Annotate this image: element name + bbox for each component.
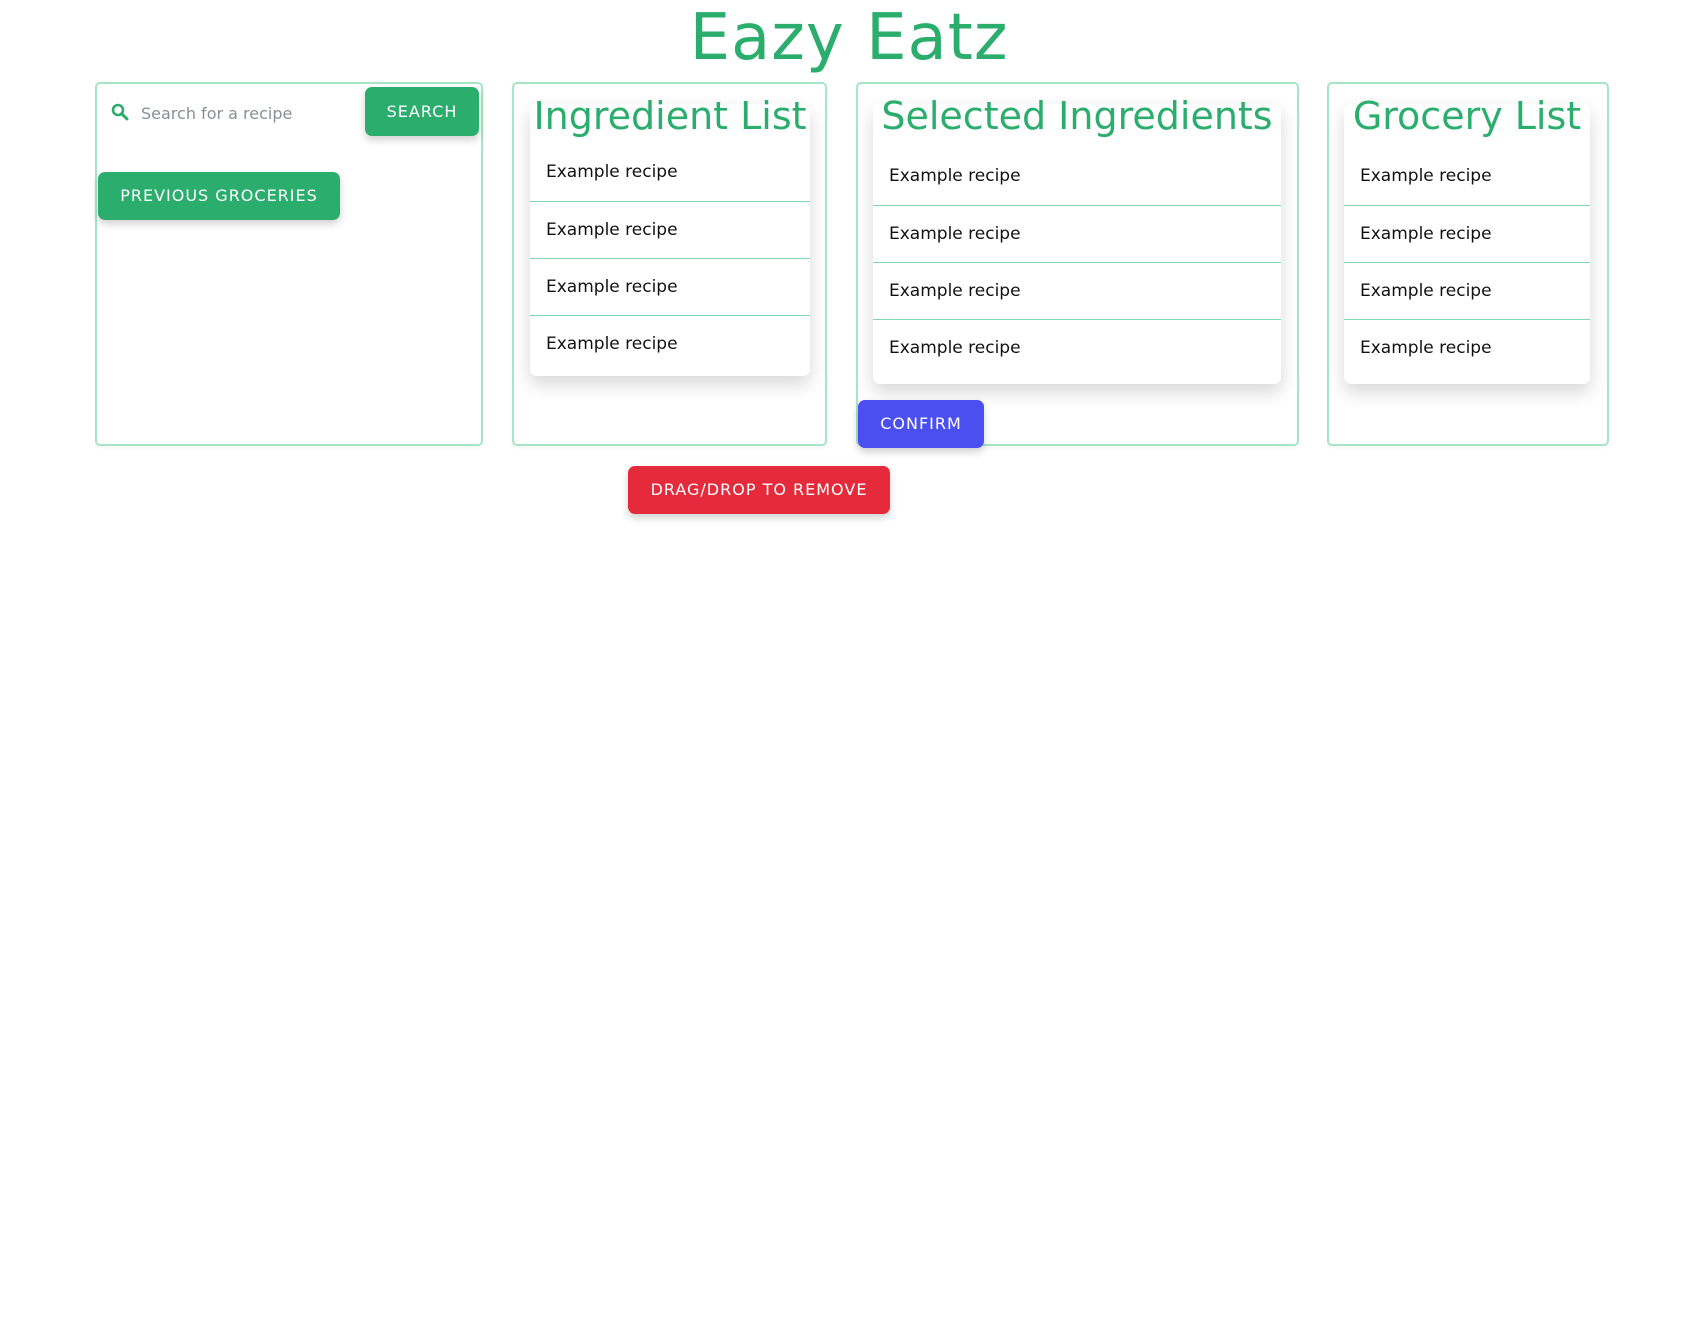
list-item[interactable]: Example recipe [530, 258, 810, 315]
selected-ingredients-title: Selected Ingredients [881, 94, 1273, 138]
list-item[interactable]: Example recipe [1344, 148, 1590, 205]
list-item[interactable]: Example recipe [1344, 319, 1590, 376]
search-icon [111, 103, 129, 121]
list-item[interactable]: Example recipe [1344, 262, 1590, 319]
remove-drop-zone[interactable]: DRAG/DROP TO REMOVE [628, 466, 890, 514]
list-item[interactable]: Example recipe [873, 205, 1281, 262]
list-item[interactable]: Example recipe [873, 148, 1281, 205]
grocery-list: Example recipe Example recipe Example re… [1344, 148, 1590, 376]
grocery-list-title: Grocery List [1352, 94, 1582, 138]
list-item[interactable]: Example recipe [530, 315, 810, 372]
ingredient-list-card: Ingredient List Example recipe Example r… [530, 94, 810, 376]
previous-groceries-button[interactable]: PREVIOUS GROCERIES [98, 172, 340, 220]
ingredient-list-title: Ingredient List [533, 94, 807, 138]
search-input[interactable] [139, 96, 353, 130]
app-title: Eazy Eatz [689, 1, 1009, 75]
search-panel: SEARCH PREVIOUS GROCERIES [95, 82, 483, 446]
search-button[interactable]: SEARCH [365, 87, 479, 136]
search-bar [101, 88, 353, 136]
list-item[interactable]: Example recipe [530, 144, 810, 201]
list-item[interactable]: Example recipe [873, 262, 1281, 319]
ingredient-list: Example recipe Example recipe Example re… [530, 144, 810, 372]
list-item[interactable]: Example recipe [1344, 205, 1590, 262]
confirm-button[interactable]: CONFIRM [858, 400, 984, 448]
list-item[interactable]: Example recipe [873, 319, 1281, 376]
selected-ingredients-card: Selected Ingredients Example recipe Exam… [873, 94, 1281, 384]
grocery-list-card: Grocery List Example recipe Example reci… [1344, 94, 1590, 384]
list-item[interactable]: Example recipe [530, 201, 810, 258]
selected-ingredients-list: Example recipe Example recipe Example re… [873, 148, 1281, 376]
